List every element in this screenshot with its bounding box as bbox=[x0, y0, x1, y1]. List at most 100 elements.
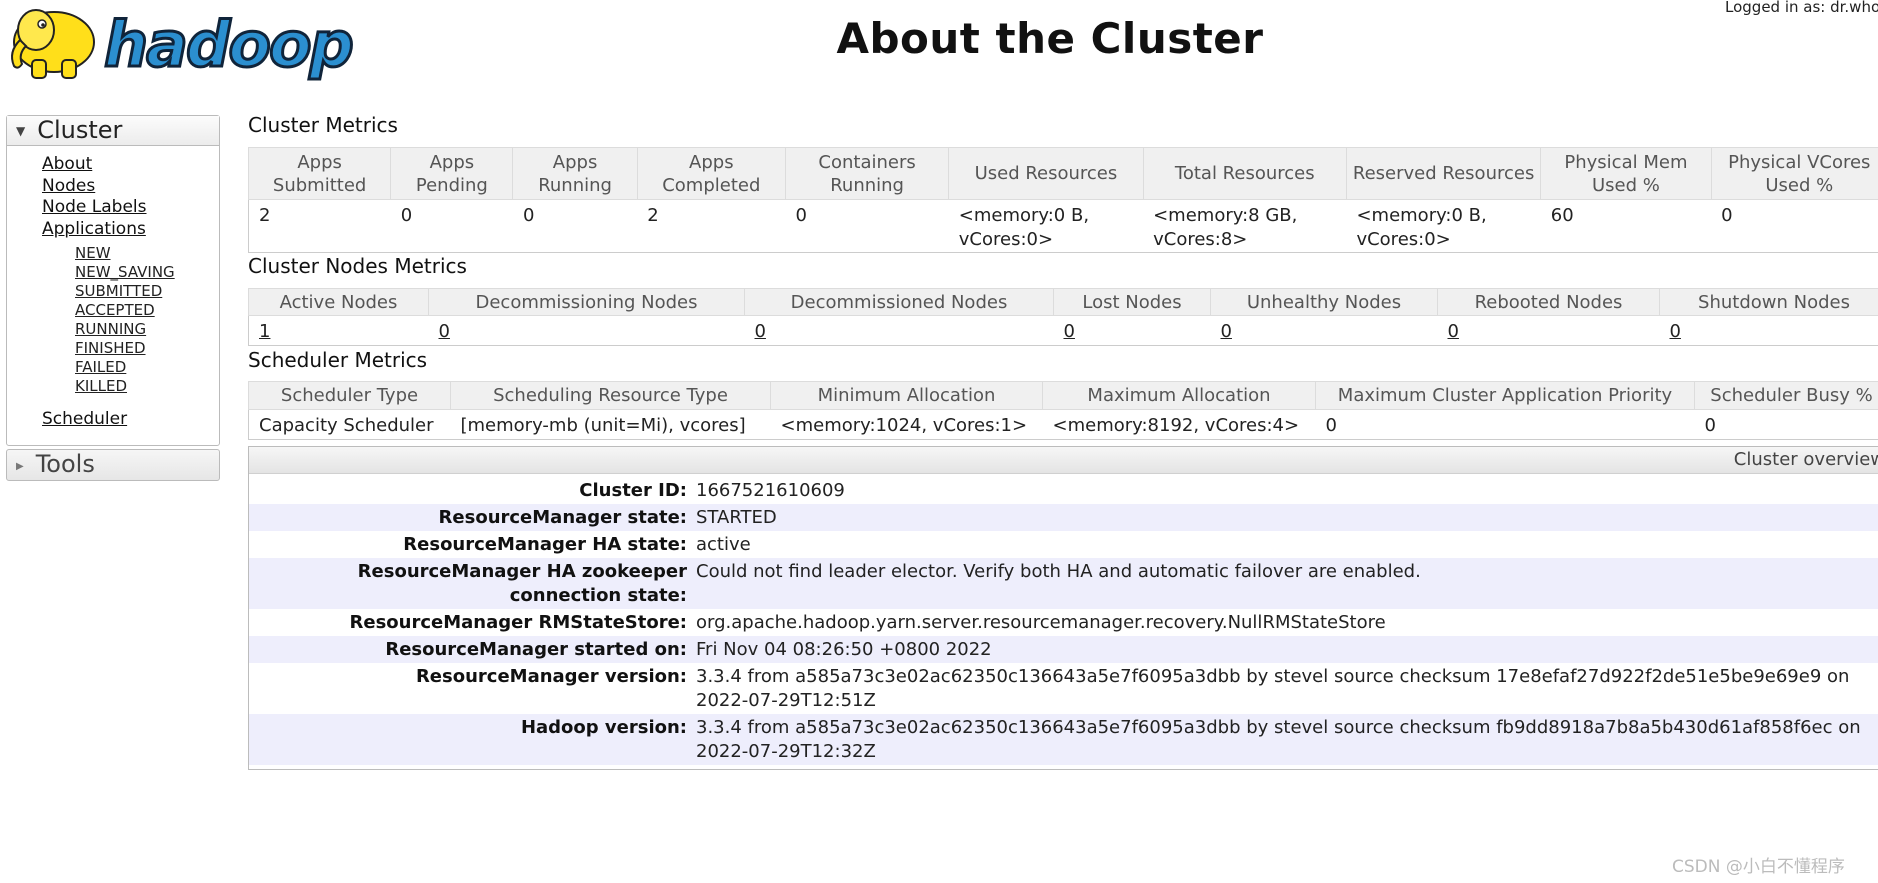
nav-app-submitted[interactable]: SUBMITTED bbox=[75, 282, 162, 300]
cluster-metrics-cell: <memory:0 B, vCores:0> bbox=[948, 199, 1144, 253]
cluster-overview-header: Cluster overview bbox=[249, 447, 1878, 474]
nodes-metrics-value-row: 1 0 0 0 0 0 0 bbox=[248, 315, 1878, 346]
cluster-overview-label: Cluster ID: bbox=[579, 480, 687, 501]
nodes-metrics-cell: 0 bbox=[1053, 315, 1211, 346]
cluster-metrics-col-header[interactable]: Physical Mem Used % bbox=[1540, 147, 1712, 200]
cluster-metrics-cell-text: <memory:0 B, bbox=[958, 205, 1090, 226]
cluster-metrics-cell-text: vCores:0> bbox=[958, 229, 1054, 250]
nodes-metrics-col-header[interactable]: Active Nodes bbox=[248, 288, 429, 316]
nav-nodes[interactable]: Nodes bbox=[42, 176, 95, 196]
nodes-metrics-col-header[interactable]: Decommissioning Nodes bbox=[428, 288, 745, 316]
hadoop-logo[interactable]: hadoop bbox=[6, 0, 382, 88]
cluster-overview-label: ResourceManager RMStateStore: bbox=[349, 612, 688, 633]
cluster-metrics-cell: <memory:8 GB, vCores:8> bbox=[1143, 199, 1347, 253]
cluster-metrics-col-header-text: Used % bbox=[1592, 174, 1660, 196]
sidebar-tools-label: Tools bbox=[35, 450, 95, 478]
cluster-metrics-col-header-text: Physical VCores bbox=[1728, 151, 1871, 173]
cluster-metrics-cell-text: <memory:8 GB, bbox=[1153, 205, 1298, 226]
scheduler-metrics-cell: [memory-mb (unit=Mi), vcores] bbox=[450, 409, 771, 440]
cluster-metrics-col-header[interactable]: Total Resources bbox=[1142, 147, 1347, 200]
cluster-metrics-col-header-text: Running bbox=[538, 174, 612, 196]
nodes-metrics-cell: 0 bbox=[428, 315, 745, 346]
scheduler-metrics-col-header[interactable]: Scheduler Type bbox=[248, 381, 451, 410]
cluster-metrics-cell-text: 0 bbox=[1721, 205, 1733, 226]
scheduler-metrics-table: Scheduler Type Scheduling Resource Type Mi… bbox=[248, 381, 1878, 440]
cluster-overview-row: Hadoop version: 3.3.4 from a585a73c3e02ac… bbox=[249, 714, 1878, 765]
nodes-metrics-link[interactable]: 0 bbox=[439, 321, 450, 342]
nodes-metrics-col-header[interactable]: Lost Nodes bbox=[1053, 288, 1211, 316]
logged-in-user: Logged in as: dr.who bbox=[1725, 0, 1878, 16]
nodes-metrics-header-row: Active Nodes Decommissioning Nodes Decommi… bbox=[248, 288, 1878, 316]
sidebar-tools-header[interactable]: ▶ Tools bbox=[7, 450, 219, 480]
cluster-metrics-col-header[interactable]: Apps Running bbox=[512, 147, 638, 200]
cluster-metrics-cell: 60 bbox=[1540, 199, 1712, 253]
cluster-overview-row: ResourceManager HA zookeeper connection … bbox=[249, 558, 1878, 609]
nodes-metrics-link[interactable]: 0 bbox=[1221, 321, 1232, 342]
cluster-overview-row: Cluster ID: 1667521610609 bbox=[249, 477, 1878, 504]
cluster-metrics-cell: 2 bbox=[248, 199, 391, 253]
nodes-metrics-link[interactable]: 0 bbox=[1670, 321, 1681, 342]
cluster-metrics-col-header[interactable]: Apps Pending bbox=[390, 147, 514, 200]
hadoop-elephant-logo bbox=[11, 9, 95, 79]
cluster-metrics-cell-text: 60 bbox=[1550, 205, 1574, 226]
nav-app-running[interactable]: RUNNING bbox=[75, 320, 146, 338]
cluster-metrics-cell-text: 0 bbox=[400, 205, 413, 226]
cluster-overview-label: ResourceManager HA state: bbox=[403, 534, 687, 555]
nodes-metrics-col-header[interactable]: Unhealthy Nodes bbox=[1210, 288, 1438, 316]
nav-app-failed[interactable]: FAILED bbox=[75, 358, 126, 376]
nav-app-new-saving[interactable]: NEW_SAVING bbox=[75, 263, 175, 281]
nodes-metrics-col-header[interactable]: Decommissioned Nodes bbox=[744, 288, 1054, 316]
nav-node-labels[interactable]: Node Labels bbox=[42, 197, 147, 217]
cluster-overview-row: ResourceManager started on: Fri Nov 04 08… bbox=[249, 636, 1878, 663]
nav-app-finished[interactable]: FINISHED bbox=[75, 339, 146, 357]
cluster-overview-value: 3.3.4 from a585a73c3e02ac62350c136643a5e… bbox=[696, 666, 1850, 711]
csdn-watermark: CSDN @小白不懂程序 bbox=[1672, 857, 1845, 877]
cluster-overview-value: 1667521610609 bbox=[696, 480, 845, 501]
nav-applications[interactable]: Applications bbox=[42, 219, 146, 239]
cluster-metrics-col-header[interactable]: Apps Completed bbox=[636, 147, 786, 200]
sidebar-cluster-header[interactable]: ▼ Cluster bbox=[7, 116, 219, 146]
nav-about[interactable]: About bbox=[42, 154, 92, 174]
cluster-overview-row: ResourceManager state: STARTED bbox=[249, 504, 1878, 531]
cluster-metrics-col-header-text: Total Resources bbox=[1174, 163, 1315, 184]
cluster-metrics-col-header[interactable]: Used Resources bbox=[948, 147, 1144, 200]
nodes-metrics-link[interactable]: 0 bbox=[1448, 321, 1459, 342]
scheduler-metrics-col-header[interactable]: Scheduling Resource Type bbox=[450, 381, 771, 410]
cluster-metrics-col-header[interactable]: Reserved Resources bbox=[1345, 147, 1542, 200]
cluster-metrics-cell-text: vCores:8> bbox=[1153, 229, 1248, 250]
scheduler-metrics-header-row: Scheduler Type Scheduling Resource Type Mi… bbox=[248, 381, 1878, 410]
cluster-metrics-col-header-text: Apps bbox=[429, 151, 475, 173]
cluster-nodes-metrics-title: Cluster Nodes Metrics bbox=[248, 254, 467, 278]
nav-app-accepted[interactable]: ACCEPTED bbox=[75, 301, 155, 319]
cluster-metrics-cell: 0 bbox=[390, 199, 513, 253]
nodes-metrics-link[interactable]: 1 bbox=[259, 321, 270, 342]
scheduler-metrics-col-header[interactable]: Scheduler Busy % bbox=[1694, 381, 1878, 410]
scheduler-metrics-col-header[interactable]: Maximum Cluster Application Priority bbox=[1315, 381, 1695, 410]
scheduler-metrics-title: Scheduler Metrics bbox=[248, 348, 428, 372]
cluster-metrics-cell-text: <memory:0 B, bbox=[1356, 205, 1487, 226]
scheduler-metrics-col-header[interactable]: Minimum Allocation bbox=[770, 381, 1043, 410]
cluster-metrics-cell: 0 bbox=[1711, 199, 1878, 253]
nodes-metrics-col-header[interactable]: Rebooted Nodes bbox=[1437, 288, 1660, 316]
nodes-metrics-link[interactable]: 0 bbox=[755, 321, 766, 342]
cluster-metrics-col-header[interactable]: Physical VCores Used % bbox=[1710, 147, 1878, 200]
nav-app-killed[interactable]: KILLED bbox=[75, 377, 127, 395]
nodes-metrics-cell: 0 bbox=[744, 315, 1054, 346]
cluster-overview-value: 3.3.4 from a585a73c3e02ac62350c136643a5e… bbox=[696, 717, 1861, 762]
cluster-metrics-col-header[interactable]: Containers Running bbox=[784, 147, 950, 200]
cluster-metrics-col-header[interactable]: Apps Submitted bbox=[247, 147, 392, 200]
cluster-overview-value: Could not find leader elector. Verify bo… bbox=[696, 561, 1421, 582]
nodes-metrics-link[interactable]: 0 bbox=[1064, 321, 1075, 342]
scheduler-metrics-cell: <memory:1024, vCores:1> bbox=[770, 409, 1043, 440]
cluster-metrics-col-header-text: Reserved Resources bbox=[1352, 163, 1535, 184]
collapsed-triangle-icon[interactable]: ▶ bbox=[16, 461, 24, 472]
nav-scheduler[interactable]: Scheduler bbox=[42, 409, 127, 429]
cluster-metrics-cell: <memory:0 B, vCores:0> bbox=[1346, 199, 1541, 253]
nodes-metrics-col-header[interactable]: Shutdown Nodes bbox=[1659, 288, 1878, 316]
scheduler-metrics-col-header[interactable]: Maximum Allocation bbox=[1042, 381, 1316, 410]
sidebar-tools-panel[interactable]: ▶ Tools bbox=[6, 449, 220, 481]
expand-triangle-icon[interactable]: ▼ bbox=[16, 124, 25, 138]
cluster-metrics-col-header-text: Used Resources bbox=[974, 163, 1118, 184]
nav-app-new[interactable]: NEW bbox=[75, 244, 111, 262]
cluster-metrics-cell-text: 2 bbox=[259, 205, 271, 226]
